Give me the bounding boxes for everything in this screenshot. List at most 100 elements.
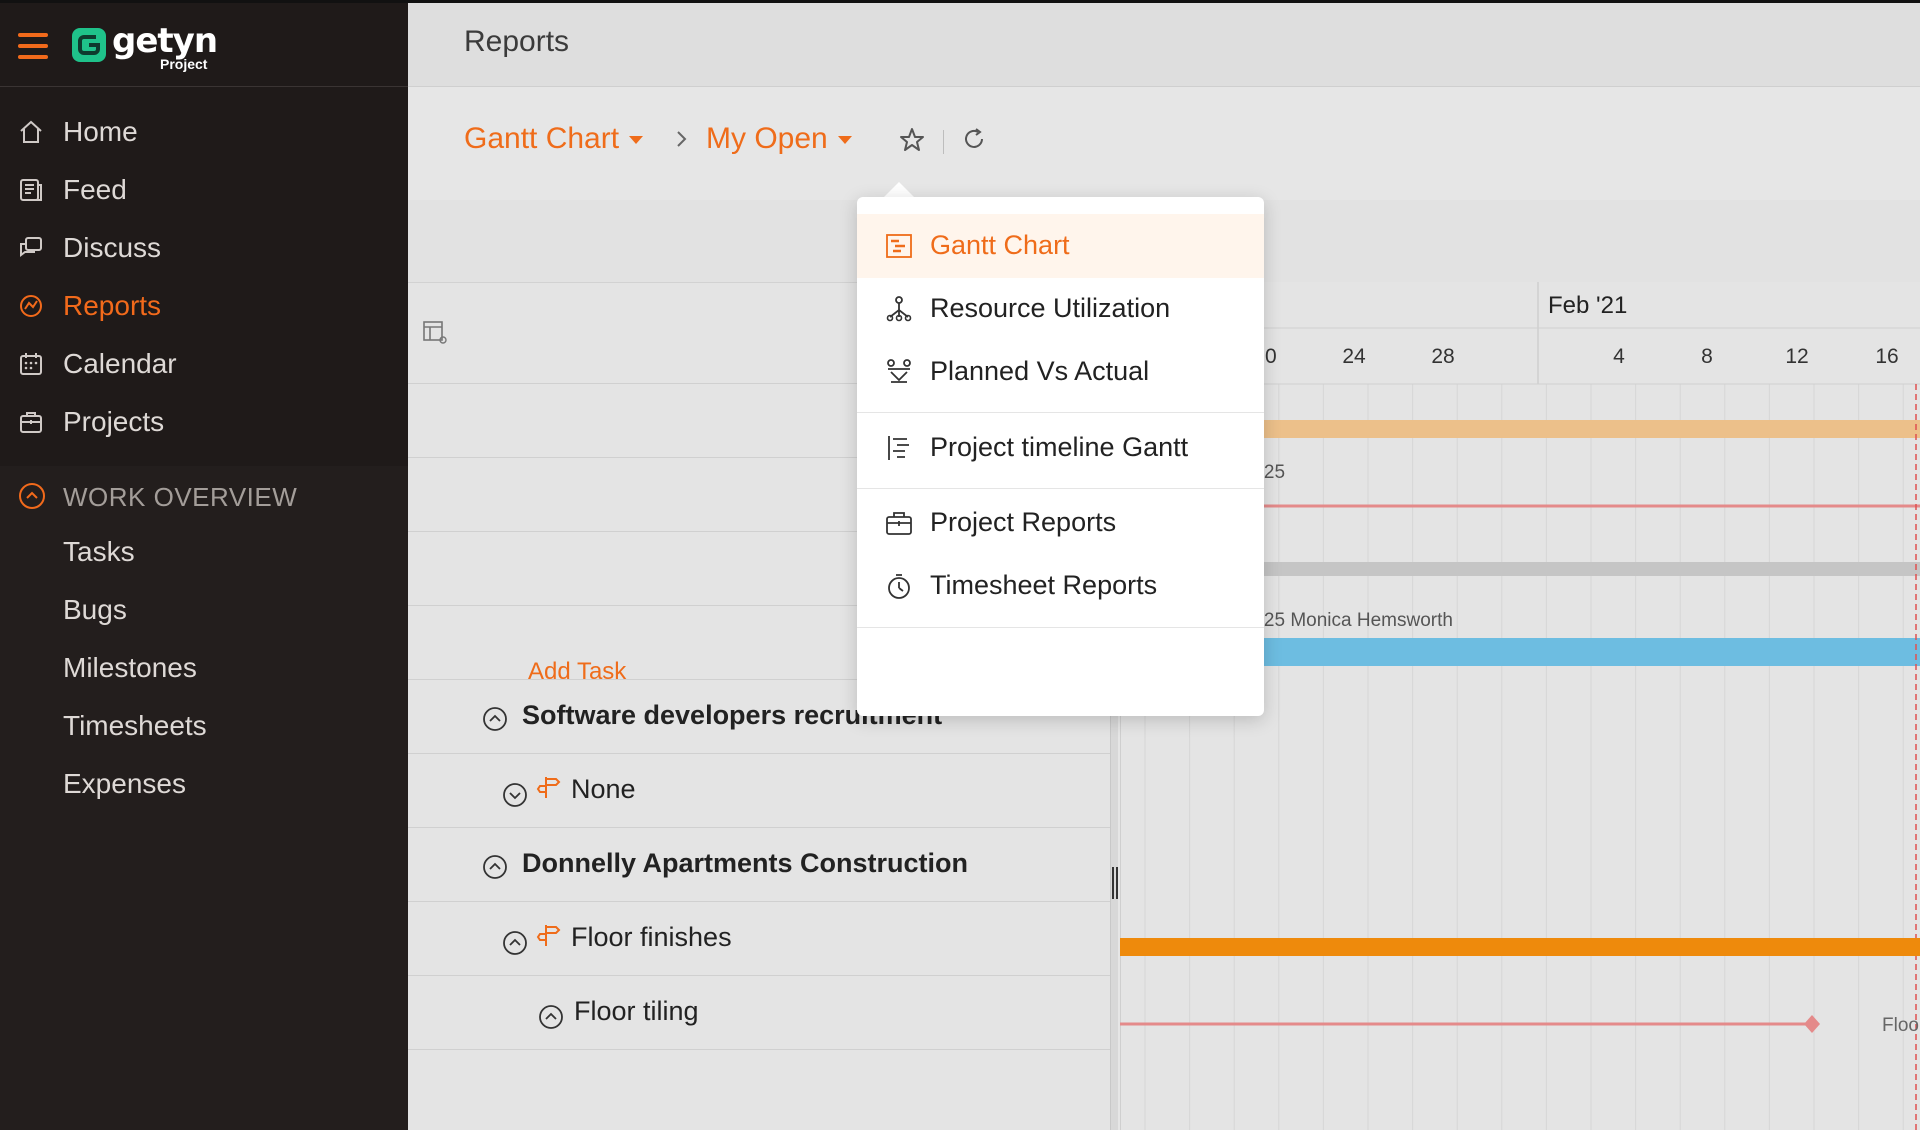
table-row[interactable]: None xyxy=(408,754,1110,828)
dropdown-pointer xyxy=(883,182,915,198)
nav-calendar[interactable]: Calendar xyxy=(0,336,408,392)
menu-item-label: Planned Vs Actual xyxy=(930,356,1150,386)
menu-item-planned-vs-actual[interactable]: Planned Vs Actual xyxy=(857,340,1264,404)
favorite-star-icon[interactable] xyxy=(898,126,926,154)
resource-utilization-icon xyxy=(886,296,912,322)
menu-item-gantt-chart[interactable]: Gantt Chart xyxy=(857,214,1264,278)
brand-sub: Project xyxy=(160,56,208,72)
home-icon xyxy=(20,120,42,143)
menu-item-project-timeline-gantt[interactable]: Project timeline Gantt xyxy=(857,416,1264,480)
report-type-label: Gantt Chart xyxy=(464,122,620,155)
work-overview-toggle[interactable]: WORK OVERVIEW xyxy=(0,466,408,528)
hamburger-menu-icon[interactable] xyxy=(18,33,48,59)
refresh-icon[interactable] xyxy=(960,125,988,153)
milestone-name[interactable]: None xyxy=(571,774,636,805)
day-tick-label: 16 xyxy=(1875,345,1898,368)
table-row[interactable]: Floor tiling xyxy=(408,976,1110,1050)
brand-header: getyn Project xyxy=(0,3,408,87)
nav-label: Calendar xyxy=(63,348,177,379)
menu-item-timesheet-reports[interactable]: Timesheet Reports xyxy=(857,554,1264,618)
table-row[interactable]: Floor finishes xyxy=(408,902,1110,976)
menu-item-label: Project Reports xyxy=(930,507,1117,537)
menu-separator xyxy=(857,488,1264,489)
nav-reports[interactable]: Reports xyxy=(0,278,408,334)
feed-icon xyxy=(20,179,42,201)
discuss-icon xyxy=(20,237,42,257)
nav-tasks[interactable]: Tasks xyxy=(63,536,135,568)
brand-name: getyn xyxy=(112,21,218,61)
project-name[interactable]: Donnelly Apartments Construction xyxy=(522,848,968,879)
calendar-icon xyxy=(20,353,42,375)
work-overview-section: WORK OVERVIEW Tasks Bugs Milestones Time… xyxy=(0,466,408,1130)
app-logo[interactable]: getyn Project xyxy=(70,21,220,73)
day-ticks: 16202428481216 xyxy=(1163,345,1898,368)
table-row[interactable]: Donnelly Apartments Construction xyxy=(408,828,1110,902)
nav-projects[interactable]: Projects xyxy=(0,394,408,450)
milestone-signpost-icon xyxy=(536,777,561,798)
day-tick-label: 8 xyxy=(1701,345,1713,368)
menu-separator xyxy=(857,412,1264,413)
sidebar: getyn Project Home Feed Discuss Reports … xyxy=(0,0,408,1130)
collapse-circle-icon[interactable] xyxy=(482,854,508,880)
report-toolbar: Gantt Chart My Open xyxy=(408,88,1920,200)
task-bar-grey[interactable] xyxy=(1152,562,1920,576)
milestone-signpost-icon xyxy=(536,925,561,946)
day-tick-label: 24 xyxy=(1342,345,1366,368)
projects-icon xyxy=(20,412,42,433)
menu-item-resource-utilization[interactable]: Resource Utilization xyxy=(857,277,1264,341)
nav-milestones[interactable]: Milestones xyxy=(63,652,197,684)
collapse-circle-icon[interactable] xyxy=(502,930,528,956)
nav-feed[interactable]: Feed xyxy=(0,162,408,218)
toolbar-divider xyxy=(943,130,944,154)
work-overview-title: WORK OVERVIEW xyxy=(63,482,298,512)
report-type-dropdown: Gantt Chart Resource Utilization Planned… xyxy=(857,197,1264,716)
reports-icon xyxy=(20,295,42,317)
collapse-circle-icon[interactable] xyxy=(538,1004,564,1030)
collapse-circle-icon[interactable] xyxy=(482,706,508,732)
nav-expenses[interactable]: Expenses xyxy=(63,768,186,800)
menu-item-label: Resource Utilization xyxy=(930,293,1171,323)
month-label: Feb '21 xyxy=(1548,292,1627,319)
menu-item-label: Project timeline Gantt xyxy=(930,432,1189,462)
milestone-cut-label: Floo xyxy=(1882,1015,1919,1036)
planned-vs-actual-icon xyxy=(887,359,911,383)
nav-label: Feed xyxy=(63,174,127,205)
logo-mark-icon xyxy=(72,28,106,62)
day-tick-label: 12 xyxy=(1785,345,1808,368)
chevron-right-icon xyxy=(677,131,687,147)
milestone-diamond[interactable] xyxy=(1804,1015,1820,1033)
nav-home[interactable]: Home xyxy=(0,104,408,160)
main-content: Reports Gantt Chart My Open uncement Add… xyxy=(408,0,1920,1130)
nav-label: Reports xyxy=(63,290,162,321)
menu-item-project-reports[interactable]: Project Reports xyxy=(857,491,1264,555)
timesheet-reports-icon xyxy=(888,574,910,599)
task-bar-blue[interactable] xyxy=(1152,638,1920,666)
project-timeline-icon xyxy=(888,436,909,460)
caret-down-icon xyxy=(629,136,644,145)
page-title: Reports xyxy=(464,25,570,58)
nav-label: Home xyxy=(63,116,138,147)
expand-circle-icon[interactable] xyxy=(502,782,528,808)
menu-separator xyxy=(857,627,1264,628)
drag-handle-icon[interactable] xyxy=(1111,865,1119,901)
top-bar: Reports xyxy=(408,0,1920,87)
filter-label: My Open xyxy=(706,122,828,155)
nav-bugs[interactable]: Bugs xyxy=(63,594,127,626)
project-reports-icon xyxy=(886,512,912,535)
day-tick-label: 28 xyxy=(1431,345,1454,368)
day-tick-label: 4 xyxy=(1613,345,1625,368)
nav-label: Discuss xyxy=(63,232,162,263)
milestone-name[interactable]: Floor finishes xyxy=(571,922,732,953)
nav-label: Projects xyxy=(63,406,165,437)
task-name[interactable]: Floor tiling xyxy=(574,996,699,1027)
menu-item-label: Gantt Chart xyxy=(930,230,1070,260)
filter-selector[interactable]: My Open xyxy=(706,122,852,156)
nav-discuss[interactable]: Discuss xyxy=(0,220,408,276)
chevron-up-circle-icon xyxy=(19,483,45,509)
menu-item-label: Timesheet Reports xyxy=(930,570,1158,600)
report-type-selector[interactable]: Gantt Chart xyxy=(464,122,644,156)
project-bar-orange[interactable] xyxy=(1120,938,1920,956)
caret-down-icon xyxy=(837,136,852,145)
gantt-chart-icon xyxy=(886,234,912,258)
nav-timesheets[interactable]: Timesheets xyxy=(63,710,207,742)
